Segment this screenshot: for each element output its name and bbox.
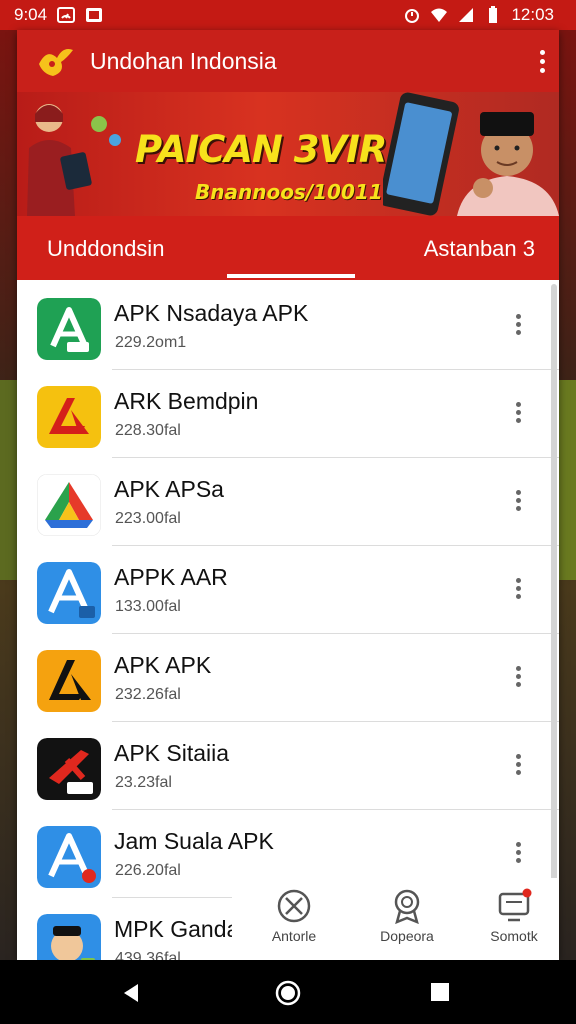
app-bar: Undohan Indonsia [17,30,559,92]
avatar-app-icon [37,914,101,960]
app-size: 229.2om1 [115,334,187,351]
list-item[interactable]: APPK AAR 133.00fal [17,546,559,634]
speedometer-icon [57,7,76,23]
app-size: 226.20fal [115,862,181,879]
app-size: 232.26fal [115,686,181,703]
promo-banner[interactable]: PAICAN 3VIR Bnannoos/10011e [17,92,559,216]
colorful-triangle-icon [37,474,101,536]
yellow-red-a-icon [37,386,101,448]
bottom-navigation: Antorle Dopeora Somotk [232,878,559,960]
status-time-right: 12:03 [511,5,554,24]
banner-headline: PAICAN 3VIR [135,128,387,171]
award-icon [394,889,420,924]
black-red-a-icon [37,738,101,800]
more-options-icon[interactable] [515,666,523,692]
bird-logo-icon [39,49,73,76]
more-options-icon[interactable] [515,578,523,604]
nav-label: Dopeora [380,928,434,944]
app-name: APK Nsadaya APK [114,300,309,326]
list-item[interactable]: APK APK 232.26fal [17,634,559,722]
monitor-icon [498,888,532,922]
app-size: 23.23fal [115,774,172,791]
scrollbar[interactable] [551,284,557,894]
signal-icon [459,8,474,22]
app-name: APK APSa [114,476,224,502]
app-name: APPK AAR [114,564,228,590]
app-size: 228.30fal [115,422,181,439]
orange-a-icon [37,650,101,712]
app-name: APK Sitaiia [114,740,230,766]
blue-a-icon [37,562,101,624]
status-time-left: 9:04 [14,5,48,24]
app-list-card: Undohan Indonsia PAICAN 3VIR Bnannoos/10… [17,30,559,960]
compass-icon [277,889,311,923]
blue-app-store-icon [37,826,101,888]
battery-icon [489,6,498,23]
app-size: 133.00fal [115,598,181,615]
nav-label: Somotk [490,928,538,944]
home-icon[interactable] [274,979,302,1007]
app-size: 223.00fal [115,510,181,527]
app-title: Undohan Indonsia [90,48,277,74]
back-icon[interactable] [120,982,142,1004]
nav-item-somotk[interactable]: Somotk [464,888,559,944]
nav-item-antorle[interactable]: Antorle [244,888,344,944]
app-name: Jam Suala APK [114,828,274,854]
green-a-icon [37,298,101,360]
more-options-icon[interactable] [515,402,523,428]
more-options-icon[interactable] [515,490,523,516]
more-options-icon[interactable] [515,754,523,780]
nav-label: Antorle [271,928,317,944]
tab-bar: Unddondsin Astanban 3 [17,216,559,280]
list-item[interactable]: APK Nsadaya APK 229.2om1 [17,282,559,370]
banner-subline: Bnannoos/10011e [195,180,397,204]
recents-icon[interactable] [430,982,450,1002]
list-item[interactable]: APK Sitaiia 23.23fal [17,722,559,810]
status-bar: 9:04 12:03 [0,0,576,30]
tab-second[interactable]: Astanban 3 [424,236,535,262]
app-name: ARK Bemdpin [114,388,259,414]
active-tab-indicator [227,274,355,278]
nav-item-dopeora[interactable]: Dopeora [357,888,457,944]
wifi-icon [431,8,448,22]
tab-first[interactable]: Unddondsin [47,236,164,262]
more-options-icon[interactable] [515,842,523,868]
reader-illustration [27,104,121,216]
background-right-edge [556,380,576,580]
more-options-icon[interactable] [515,314,523,340]
image-icon [86,8,103,22]
phone-illustration [383,92,559,216]
list-item[interactable]: ARK Bemdpin 228.30fal [17,370,559,458]
overflow-menu-icon[interactable] [539,50,547,74]
system-navigation-bar [0,960,576,1024]
app-size: 439.36fal [115,950,181,960]
app-name: APK APK [114,652,212,678]
alarm-icon [405,9,420,23]
list-item[interactable]: APK APSa 223.00fal [17,458,559,546]
